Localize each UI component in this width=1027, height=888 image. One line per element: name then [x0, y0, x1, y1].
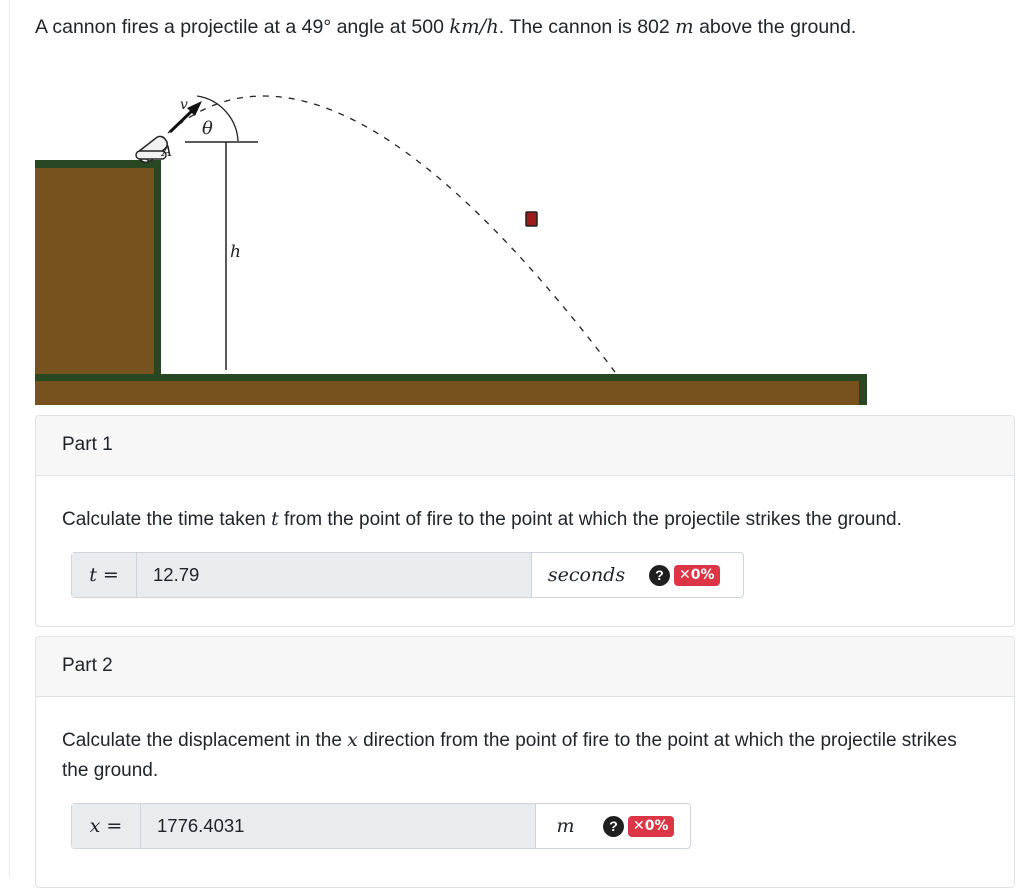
part-2-prompt: Calculate the displacement in the x dire…	[62, 729, 957, 781]
part-1-lhs: t =	[72, 553, 137, 597]
cliff-grass-edge	[154, 160, 161, 376]
part-1-status: ? ✕0%	[641, 553, 720, 597]
part-2-answer-group: x = 1776.4031 m ? ✕0%	[71, 803, 691, 849]
projectile	[525, 211, 538, 227]
part-1-card: Part 1 Calculate the time taken t from t…	[35, 415, 1015, 627]
cliff-dirt	[35, 161, 161, 376]
score-badge: ✕0%	[628, 815, 674, 837]
label-theta: θ	[202, 118, 213, 139]
part-2-answer-input[interactable]: 1776.4031	[141, 804, 535, 848]
label-a: A	[160, 144, 172, 160]
trajectory-path	[167, 95, 616, 373]
part-2-status: ? ✕0%	[595, 804, 674, 848]
part-2-header[interactable]: Part 2	[36, 637, 1014, 697]
part-1-header[interactable]: Part 1	[36, 416, 1014, 476]
part-2-card: Part 2 Calculate the displacement in the…	[35, 636, 1015, 888]
part-1-unit: seconds	[531, 553, 641, 597]
part-1-prompt: Calculate the time taken t from the poin…	[62, 508, 902, 530]
part-1-answer-input[interactable]: 12.79	[137, 553, 531, 597]
score-badge: ✕0%	[674, 564, 720, 586]
help-icon[interactable]: ?	[603, 815, 624, 837]
part-2-lhs: x =	[72, 804, 141, 848]
ground-grass	[35, 374, 867, 381]
label-v: v	[180, 97, 188, 113]
help-icon[interactable]: ?	[649, 564, 670, 586]
projectile-diagram: v θ A h	[35, 95, 867, 405]
part-2-title: Part 2	[62, 655, 113, 676]
part-1-title: Part 1	[62, 434, 113, 455]
part-2-unit: m	[535, 804, 595, 848]
ground-grass-edge	[859, 374, 867, 405]
label-h: h	[230, 242, 241, 262]
part-1-answer-group: t = 12.79 seconds ? ✕0%	[71, 552, 744, 598]
